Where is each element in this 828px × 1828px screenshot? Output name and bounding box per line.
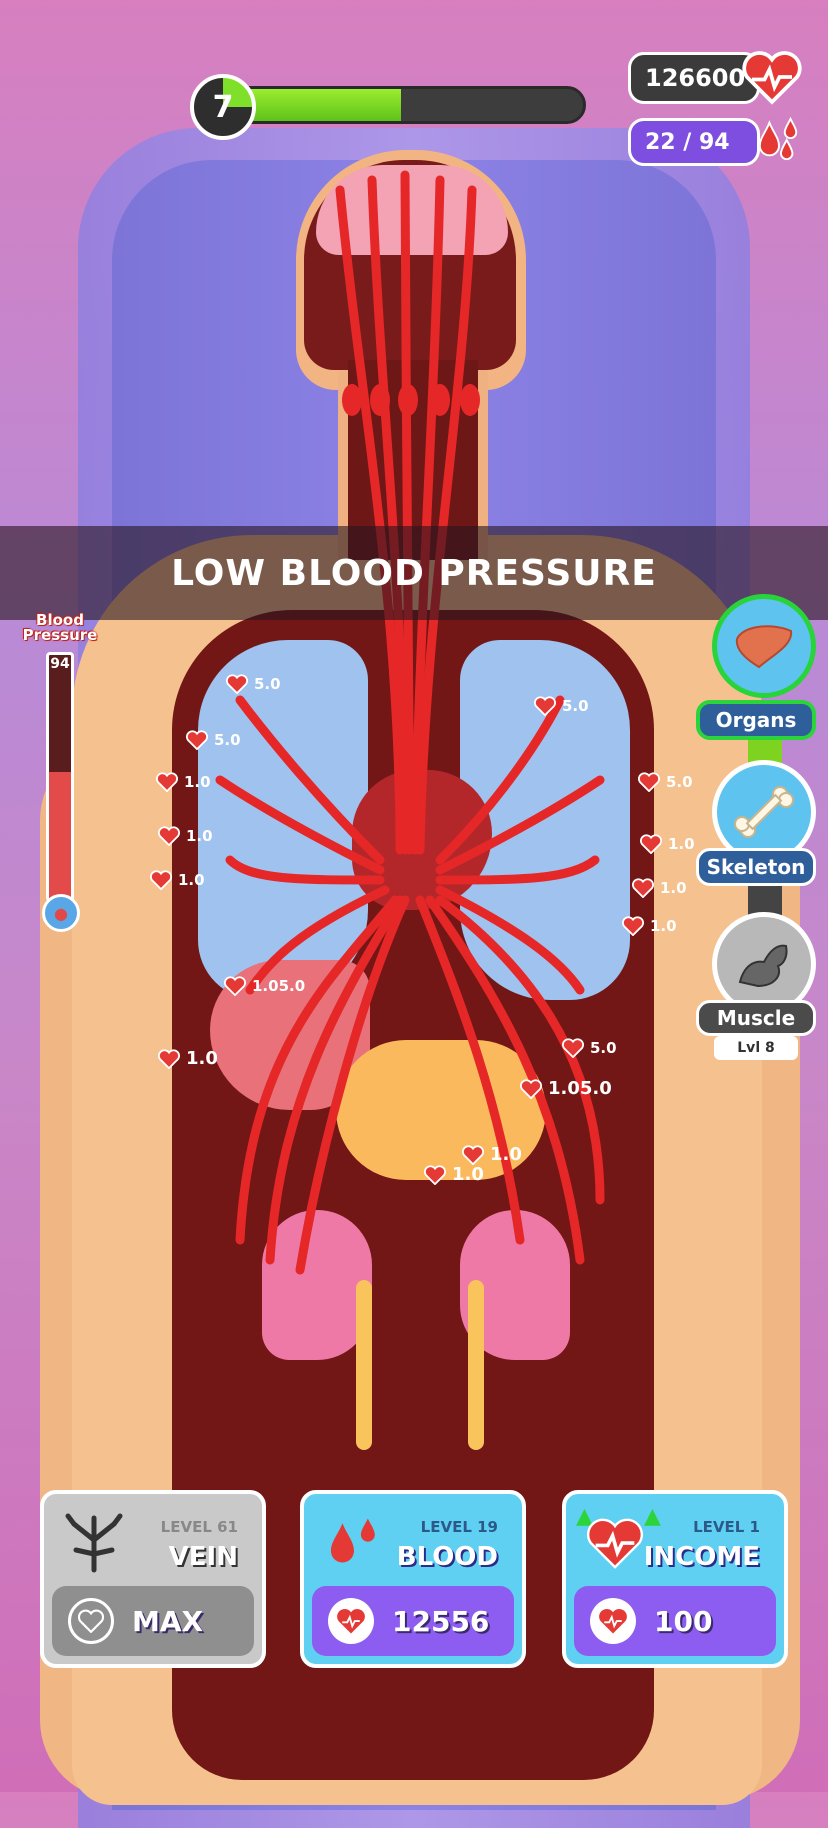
organs-label[interactable]: Organs [696, 700, 816, 740]
muscle-arm-icon [738, 944, 788, 988]
income-upgrade-card[interactable]: ▲ ▲ LEVEL 1 INCOME 100 [562, 1490, 788, 1668]
heart-rate-icon [742, 51, 802, 105]
income-popup: 1.05.0 [520, 1078, 612, 1099]
banner-text: LOW BLOOD PRESSURE [171, 552, 657, 594]
income-popup: 5.0 [186, 730, 241, 750]
muscle-label[interactable]: Muscle [696, 1000, 816, 1036]
heart-icon [328, 1598, 374, 1644]
income-popup: 1.0 [640, 834, 695, 854]
blood-drops-counter: 22 / 94 [628, 118, 760, 166]
heart-icon [534, 696, 556, 716]
blood-pressure-meter [46, 652, 74, 902]
heart-icon [562, 1038, 584, 1058]
income-popup: 1.0 [158, 826, 213, 846]
blood-level: LEVEL 19 [420, 1518, 498, 1536]
income-popup: 1.0 [424, 1164, 484, 1185]
blood-cost: 12556 [392, 1604, 490, 1638]
income-popup: 1.05.0 [224, 976, 305, 996]
heart-icon [520, 1078, 542, 1099]
up-arrow-icon: ▲ [644, 1504, 661, 1529]
vein-level: LEVEL 61 [160, 1518, 238, 1536]
heart-icon [150, 870, 172, 890]
vein-max-button[interactable]: MAX [52, 1586, 254, 1656]
heart-icon [158, 826, 180, 846]
income-cost: 100 [654, 1604, 713, 1638]
level-progress: 7 [190, 74, 586, 140]
income-level: LEVEL 1 [693, 1518, 760, 1536]
heart-icon [590, 1598, 636, 1644]
income-popup: 5.0 [562, 1038, 617, 1058]
heart-icon [640, 834, 662, 854]
heart-icon [156, 772, 178, 792]
vein-action: MAX [132, 1604, 204, 1638]
vein-icon [65, 1513, 123, 1573]
muscle-level-badge: Lvl 8 [714, 1036, 798, 1060]
skeleton-label[interactable]: Skeleton [696, 848, 816, 886]
income-upgrade-button[interactable]: 100 [574, 1586, 776, 1656]
vein-name: VEIN [168, 1542, 238, 1572]
heart-icon [224, 976, 246, 996]
income-name: INCOME [643, 1542, 760, 1572]
heart-icon [68, 1598, 114, 1644]
currency-value: 126600 [645, 64, 746, 92]
income-popup: 1.0 [632, 878, 687, 898]
blood-pressure-title: Blood Pressure [14, 613, 106, 643]
progress-track [230, 86, 586, 124]
heart-icon [632, 878, 654, 898]
blood-pressure-value: 94 [50, 656, 70, 672]
heart-rate-icon [586, 1518, 644, 1569]
blood-upgrade-card[interactable]: LEVEL 19 BLOOD 12556 [300, 1490, 526, 1668]
status-banner: LOW BLOOD PRESSURE [0, 526, 828, 620]
income-popup: 1.0 [150, 870, 205, 890]
progress-fill [233, 89, 401, 121]
income-popup: 5.0 [226, 674, 281, 694]
heart-icon [462, 1144, 484, 1165]
income-popup: 1.0 [158, 1048, 218, 1069]
income-popup: 1.0 [622, 916, 677, 936]
heart-icon [226, 674, 248, 694]
level-badge: 7 [190, 74, 256, 140]
bone-icon [734, 786, 794, 838]
blood-pressure-fill [49, 772, 71, 899]
blood-drops-value: 22 / 94 [645, 129, 730, 155]
heart-icon [622, 916, 644, 936]
income-popup: 1.0 [462, 1144, 522, 1165]
bp-title-line2: Pressure [22, 626, 98, 644]
blood-drops-icon [758, 116, 798, 161]
blood-upgrade-button[interactable]: 12556 [312, 1586, 514, 1656]
heart-icon [186, 730, 208, 750]
heart-icon [424, 1164, 446, 1185]
income-popup: 5.0 [534, 696, 589, 716]
currency-counter: 126600 [628, 52, 760, 104]
blood-drop-icon: ● [42, 894, 80, 932]
blood-drop-icon [330, 1518, 375, 1563]
level-number: 7 [212, 89, 234, 125]
blood-name: BLOOD [396, 1542, 498, 1572]
vein-upgrade-card[interactable]: LEVEL 61 VEIN MAX [40, 1490, 266, 1668]
liver-icon [735, 625, 793, 669]
heart-icon [638, 772, 660, 792]
organs-button[interactable] [712, 594, 816, 698]
heart-icon [158, 1048, 180, 1069]
income-popup: 5.0 [638, 772, 693, 792]
income-popup: 1.0 [156, 772, 211, 792]
